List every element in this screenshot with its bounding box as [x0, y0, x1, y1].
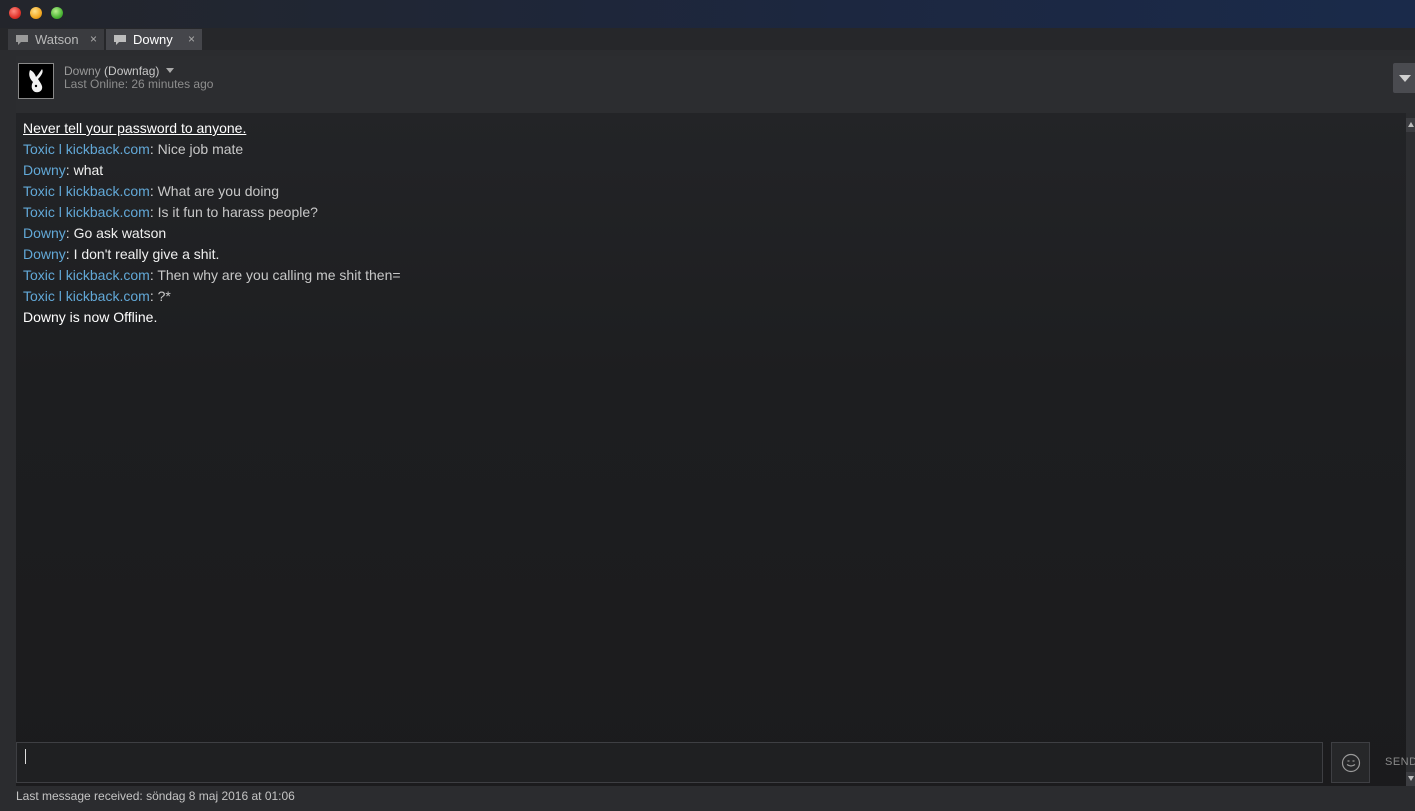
rabbit-avatar-icon — [19, 64, 53, 98]
last-message-status: Last message received: söndag 8 maj 2016… — [16, 789, 295, 803]
tab-close-button[interactable]: × — [188, 32, 195, 46]
tab-downy[interactable]: Downy × — [106, 29, 202, 50]
friend-header: Downy (Downfag) Last Online: 26 minutes … — [16, 56, 1415, 113]
message-text: ?* — [157, 288, 171, 304]
message-text: Is it fun to harass people? — [157, 204, 318, 220]
message-sender[interactable]: Toxic l kickback.com — [23, 288, 150, 304]
window-zoom-button[interactable] — [51, 7, 63, 19]
send-button[interactable]: SEND — [1378, 742, 1415, 783]
chevron-down-icon — [1399, 75, 1411, 82]
friend-nickname: (Downfag) — [104, 64, 160, 78]
message-sender[interactable]: Toxic l kickback.com — [23, 141, 150, 157]
chat-bubble-icon — [16, 34, 28, 45]
message-sender[interactable]: Downy — [23, 246, 66, 262]
chat-history[interactable]: Never tell your password to anyone. Toxi… — [16, 113, 1406, 786]
message-text: what — [73, 162, 104, 178]
last-online-status: Last Online: 26 minutes ago — [64, 77, 214, 91]
window-titlebar — [0, 0, 1415, 28]
message-text: What are you doing — [157, 183, 279, 199]
tab-watson[interactable]: Watson × — [8, 29, 104, 50]
message-text: Go ask watson — [73, 225, 167, 241]
message-text: I don't really give a shit. — [73, 246, 220, 262]
chat-window: Downy (Downfag) Last Online: 26 minutes … — [0, 50, 1415, 811]
message-sender[interactable]: Downy — [23, 225, 66, 241]
message-list: Never tell your password to anyone. Toxi… — [23, 118, 401, 328]
friend-name[interactable]: Downy (Downfag) — [64, 64, 159, 78]
smiley-icon — [1341, 753, 1361, 773]
tab-close-button[interactable]: × — [90, 32, 97, 46]
scroll-up-button[interactable] — [1406, 118, 1415, 132]
list-item: Toxic l kickback.com: Then why are you c… — [23, 267, 401, 283]
message-input[interactable] — [16, 742, 1323, 783]
message-text: Nice job mate — [157, 141, 244, 157]
offline-notice: Downy is now Offline. — [23, 309, 158, 325]
list-item: Toxic l kickback.com: What are you doing — [23, 183, 279, 199]
tab-strip: Watson × Downy × — [0, 28, 1415, 50]
list-item: Toxic l kickback.com: ?* — [23, 288, 171, 304]
message-sender[interactable]: Downy — [23, 162, 66, 178]
chevron-down-icon[interactable] — [166, 68, 174, 73]
message-sender[interactable]: Toxic l kickback.com — [23, 183, 150, 199]
text-caret — [25, 749, 26, 764]
chat-bubble-icon — [114, 34, 126, 45]
tab-label: Downy — [133, 32, 173, 47]
chat-options-button[interactable] — [1393, 63, 1415, 93]
tab-label: Watson — [35, 32, 79, 47]
window-minimize-button[interactable] — [30, 7, 42, 19]
emoticon-button[interactable] — [1331, 742, 1370, 783]
list-item: Downy: I don't really give a shit. — [23, 246, 220, 262]
list-item: Toxic l kickback.com: Nice job mate — [23, 141, 244, 157]
message-text: Then why are you calling me shit then= — [157, 267, 401, 283]
password-warning[interactable]: Never tell your password to anyone. — [23, 118, 401, 139]
chevron-up-icon — [1408, 122, 1414, 127]
window-close-button[interactable] — [9, 7, 21, 19]
friend-display-name: Downy — [64, 64, 101, 78]
chat-scrollbar[interactable] — [1406, 118, 1415, 786]
avatar[interactable] — [18, 63, 54, 99]
message-sender[interactable]: Toxic l kickback.com — [23, 267, 150, 283]
list-item: Downy: Go ask watson — [23, 225, 167, 241]
scroll-track[interactable] — [1406, 132, 1415, 772]
message-sender[interactable]: Toxic l kickback.com — [23, 204, 150, 220]
list-item: Toxic l kickback.com: Is it fun to haras… — [23, 204, 318, 220]
list-item: Downy: what — [23, 162, 104, 178]
